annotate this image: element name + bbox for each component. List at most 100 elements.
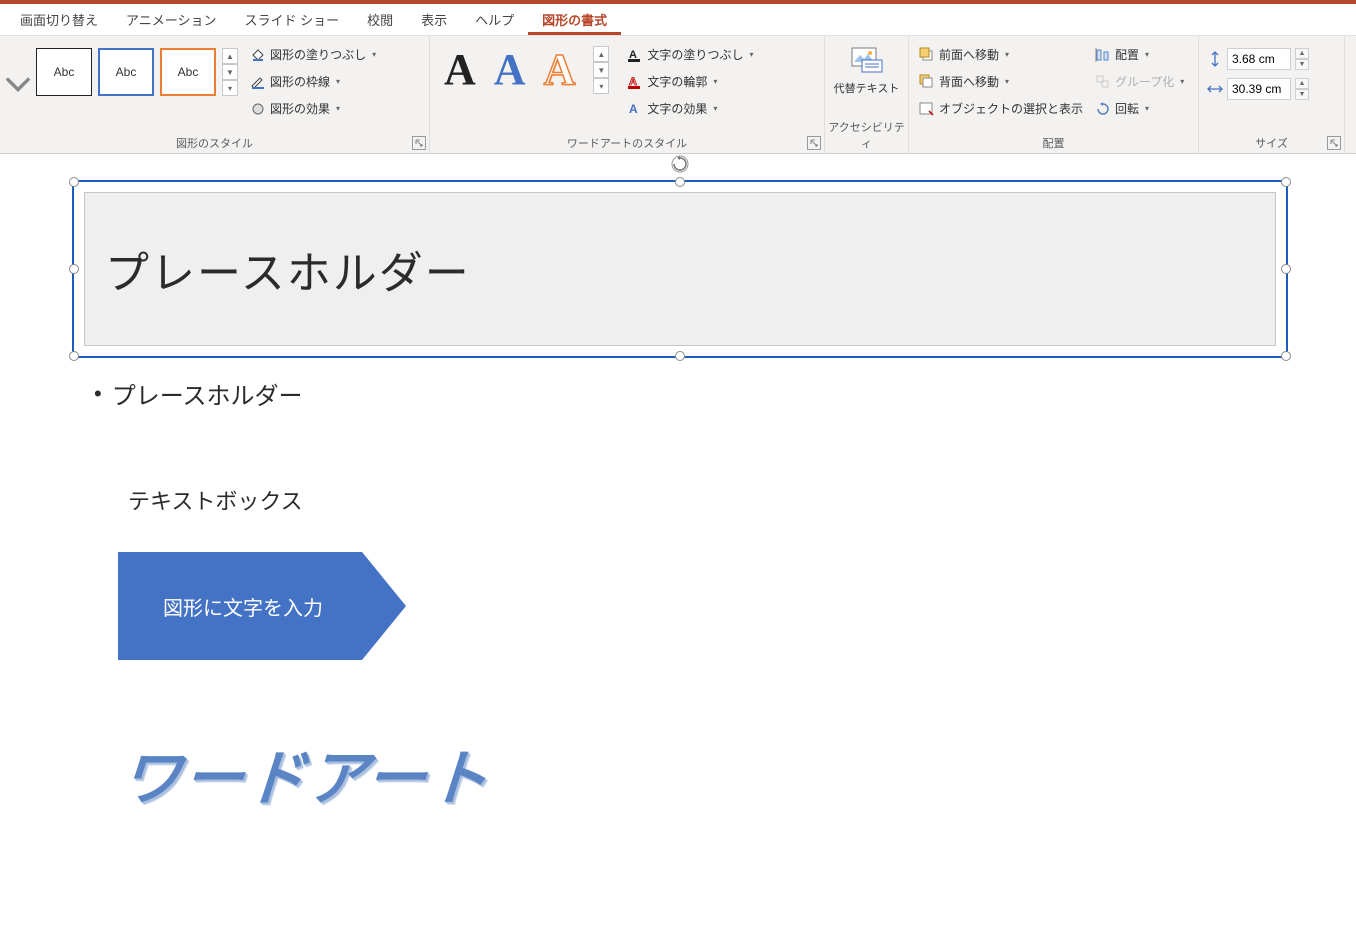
group-label-accessibility: アクセシビリティ bbox=[825, 119, 908, 151]
tab-review[interactable]: 校閲 bbox=[353, 4, 407, 35]
gallery-more[interactable]: ▾ bbox=[222, 80, 238, 96]
resize-handle-tl[interactable] bbox=[69, 177, 79, 187]
tab-help[interactable]: ヘルプ bbox=[461, 4, 528, 35]
selected-placeholder[interactable]: プレースホルダー bbox=[72, 180, 1288, 358]
shape-style-preset-2[interactable]: Abc bbox=[98, 48, 154, 96]
placeholder-body[interactable]: プレースホルダー bbox=[84, 192, 1276, 346]
gallery-scroll-down[interactable]: ▼ bbox=[222, 64, 238, 80]
bullet-text: プレースホルダー bbox=[112, 376, 303, 411]
resize-handle-bc[interactable] bbox=[675, 351, 685, 361]
shape-style-gallery[interactable]: Abc Abc Abc ▲ ▼ ▾ bbox=[32, 40, 242, 104]
wordart-object[interactable]: ワードアート bbox=[119, 730, 493, 817]
resize-handle-ml[interactable] bbox=[69, 264, 79, 274]
gallery-more[interactable]: ▾ bbox=[593, 78, 609, 94]
send-backward-label: 背面へ移動 bbox=[939, 73, 999, 90]
chevron-down-icon: ▾ bbox=[1145, 104, 1149, 113]
rotate-handle[interactable] bbox=[670, 154, 690, 174]
width-spinner[interactable]: ▲▼ bbox=[1295, 78, 1309, 100]
content-placeholder-bullet[interactable]: プレースホルダー bbox=[94, 376, 303, 411]
text-effects-label: 文字の効果 bbox=[647, 100, 707, 117]
gallery-scroll: ▲ ▼ ▾ bbox=[222, 48, 238, 96]
text-fill-icon: A bbox=[627, 47, 643, 63]
resize-handle-mr[interactable] bbox=[1281, 264, 1291, 274]
wordart-preset-2[interactable]: A bbox=[494, 48, 526, 92]
rotate-button[interactable]: 回転 ▾ bbox=[1091, 98, 1188, 119]
alt-text-button[interactable]: 代替テキスト bbox=[829, 40, 904, 102]
group-label-wordart-styles: ワードアートのスタイル bbox=[430, 135, 824, 151]
align-button[interactable]: 配置 ▾ bbox=[1091, 44, 1188, 65]
text-fill-button[interactable]: A 文字の塗りつぶし ▾ bbox=[623, 44, 757, 65]
width-field-row: ▲▼ bbox=[1207, 78, 1309, 100]
alt-text-label: 代替テキスト bbox=[834, 80, 900, 96]
tab-slideshow[interactable]: スライド ショー bbox=[231, 4, 354, 35]
tab-animation[interactable]: アニメーション bbox=[112, 4, 230, 35]
tab-shape-format[interactable]: 図形の書式 bbox=[528, 4, 621, 35]
text-outline-button[interactable]: A 文字の輪郭 ▾ bbox=[623, 71, 757, 92]
group-wordart-styles: A A A ▲ ▼ ▾ A 文字の塗りつぶし ▾ A 文字の輪郭 ▾ bbox=[430, 36, 825, 153]
shape-outline-label: 図形の枠線 bbox=[270, 73, 330, 90]
height-field-row: ▲▼ bbox=[1207, 48, 1309, 70]
shape-fill-label: 図形の塗りつぶし bbox=[270, 46, 366, 63]
resize-handle-br[interactable] bbox=[1281, 351, 1291, 361]
chevron-down-icon bbox=[4, 70, 32, 98]
resize-handle-tc[interactable] bbox=[675, 177, 685, 187]
wordart-preset-1[interactable]: A bbox=[444, 48, 476, 92]
slide-canvas[interactable]: プレースホルダー プレースホルダー テキストボックス 図形に文字を入力 ワードア… bbox=[0, 154, 1356, 950]
gallery-scroll-up[interactable]: ▲ bbox=[593, 46, 609, 62]
gallery-scroll-up[interactable]: ▲ bbox=[222, 48, 238, 64]
text-effects-button[interactable]: A 文字の効果 ▾ bbox=[623, 98, 757, 119]
placeholder-title-text[interactable]: プレースホルダー bbox=[105, 237, 471, 301]
align-label: 配置 bbox=[1115, 46, 1139, 63]
dialog-launcher-shape-styles[interactable] bbox=[412, 136, 426, 150]
width-input[interactable] bbox=[1227, 78, 1291, 100]
arrow-shape[interactable]: 図形に文字を入力 bbox=[118, 552, 406, 660]
dialog-launcher-icon bbox=[415, 139, 423, 147]
group-label-shape-styles: 図形のスタイル bbox=[0, 135, 429, 151]
text-outline-icon: A bbox=[627, 74, 643, 90]
dialog-launcher-size[interactable] bbox=[1327, 136, 1341, 150]
chevron-down-icon: ▾ bbox=[1180, 77, 1184, 86]
chevron-down-icon: ▾ bbox=[336, 104, 340, 113]
group-arrange: 前面へ移動 ▾ 背面へ移動 ▾ オブジェクトの選択と表示 配置 ▾ bbox=[909, 36, 1199, 153]
selection-pane-label: オブジェクトの選択と表示 bbox=[939, 100, 1083, 117]
height-icon bbox=[1207, 51, 1223, 67]
height-spinner[interactable]: ▲▼ bbox=[1295, 48, 1309, 70]
resize-handle-tr[interactable] bbox=[1281, 177, 1291, 187]
shape-style-preset-1[interactable]: Abc bbox=[36, 48, 92, 96]
chevron-down-icon: ▾ bbox=[713, 77, 717, 86]
selection-pane-button[interactable]: オブジェクトの選択と表示 bbox=[915, 98, 1087, 119]
bring-forward-label: 前面へ移動 bbox=[939, 46, 999, 63]
shape-fill-button[interactable]: 図形の塗りつぶし ▾ bbox=[246, 44, 380, 65]
bring-forward-button[interactable]: 前面へ移動 ▾ bbox=[915, 44, 1087, 65]
chevron-down-icon: ▾ bbox=[1005, 77, 1009, 86]
dialog-launcher-wordart[interactable] bbox=[807, 136, 821, 150]
wordart-gallery-scroll: ▲ ▼ ▾ bbox=[593, 46, 609, 94]
wordart-style-gallery[interactable]: A A A ▲ ▼ ▾ bbox=[434, 40, 619, 100]
shape-effects-label: 図形の効果 bbox=[270, 100, 330, 117]
shape-outline-button[interactable]: 図形の枠線 ▾ bbox=[246, 71, 380, 92]
chevron-down-icon: ▾ bbox=[1145, 50, 1149, 59]
send-backward-button[interactable]: 背面へ移動 ▾ bbox=[915, 71, 1087, 92]
textbox-object[interactable]: テキストボックス bbox=[128, 484, 303, 516]
gallery-scroll-down[interactable]: ▼ bbox=[593, 62, 609, 78]
text-outline-label: 文字の輪郭 bbox=[647, 73, 707, 90]
bring-forward-icon bbox=[919, 47, 935, 63]
height-input[interactable] bbox=[1227, 48, 1291, 70]
chevron-down-icon: ▾ bbox=[336, 77, 340, 86]
shape-style-preset-3[interactable]: Abc bbox=[160, 48, 216, 96]
shape-text: 図形に文字を入力 bbox=[118, 552, 368, 660]
tab-view[interactable]: 表示 bbox=[407, 4, 461, 35]
shape-effects-button[interactable]: 図形の効果 ▾ bbox=[246, 98, 380, 119]
group-shape-styles: Abc Abc Abc ▲ ▼ ▾ 図形の塗りつぶし ▾ 図形の枠線 bbox=[0, 36, 430, 153]
dialog-launcher-icon bbox=[810, 139, 818, 147]
group-accessibility: 代替テキスト アクセシビリティ bbox=[825, 36, 909, 153]
align-icon bbox=[1095, 47, 1111, 63]
group-label-arrange: 配置 bbox=[909, 135, 1198, 151]
insert-shapes-dropdown[interactable] bbox=[4, 40, 32, 128]
paint-bucket-icon bbox=[250, 47, 266, 63]
wordart-preset-3[interactable]: A bbox=[544, 48, 576, 92]
chevron-down-icon: ▾ bbox=[749, 50, 753, 59]
tab-transition[interactable]: 画面切り替え bbox=[6, 4, 112, 35]
ribbon: Abc Abc Abc ▲ ▼ ▾ 図形の塗りつぶし ▾ 図形の枠線 bbox=[0, 36, 1356, 154]
resize-handle-bl[interactable] bbox=[69, 351, 79, 361]
